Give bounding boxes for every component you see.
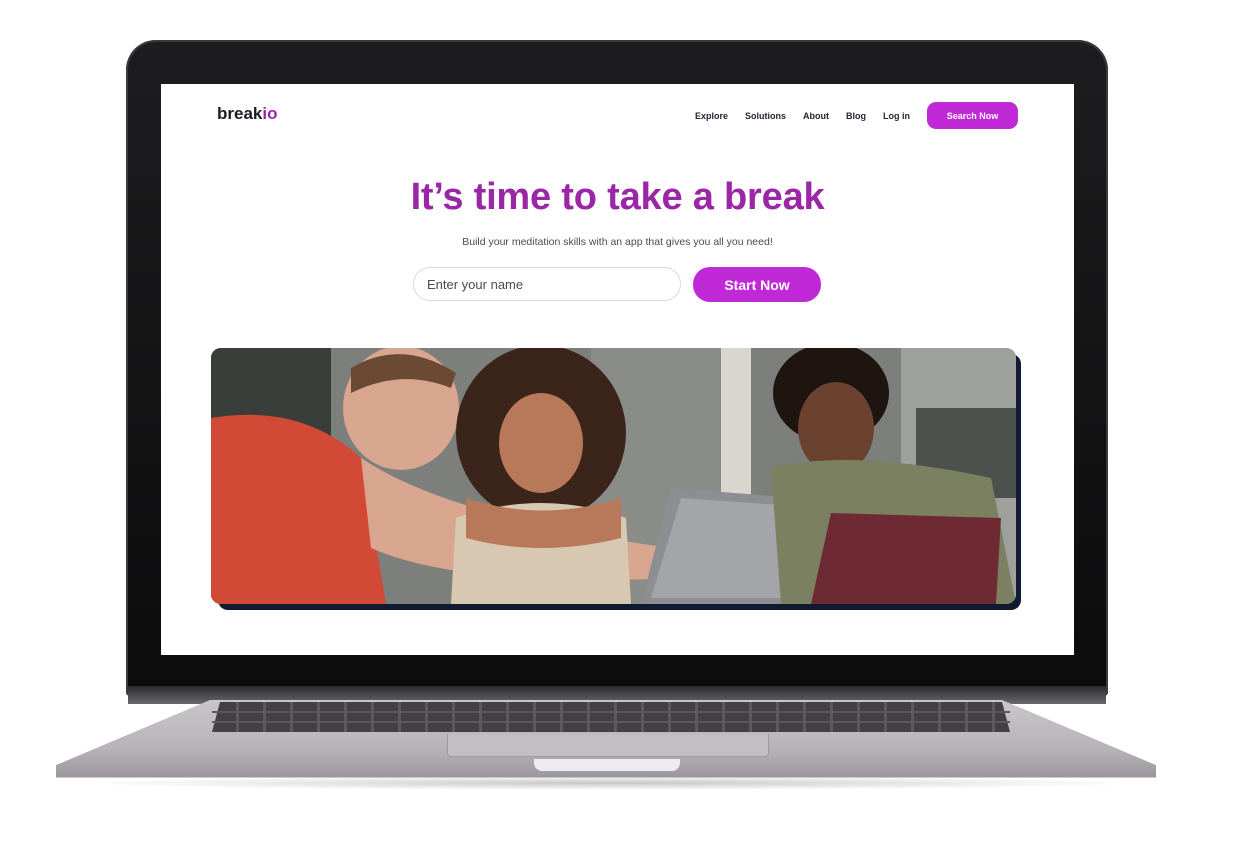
logo-text: break [217,104,263,123]
hero-image [211,348,1016,604]
start-now-button[interactable]: Start Now [693,267,821,302]
nav-link-solutions[interactable]: Solutions [745,111,786,121]
nav-link-blog[interactable]: Blog [846,111,866,121]
hero-photo-illustration [211,348,1016,604]
nav-link-login[interactable]: Log in [883,111,910,121]
site-logo[interactable]: breakio [217,104,277,124]
search-now-button[interactable]: Search Now [927,102,1018,129]
laptop-shadow [70,776,1150,790]
laptop-keyboard [212,702,1010,732]
laptop-screen: breakio Explore Solutions About Blog Log… [161,84,1074,655]
laptop-notch [534,759,680,771]
logo-accent-text: io [262,104,278,123]
keyboard-row-divider [212,721,1010,723]
name-input[interactable] [413,267,681,301]
top-nav: Explore Solutions About Blog Log in Sear… [695,102,1018,129]
nav-link-explore[interactable]: Explore [695,111,728,121]
laptop-trackpad [447,734,769,757]
nav-link-about[interactable]: About [803,111,829,121]
hero-headline: It’s time to take a break [410,176,825,218]
hero-subline: Build your meditation skills with an app… [462,236,773,248]
keyboard-row-divider [212,711,1010,713]
